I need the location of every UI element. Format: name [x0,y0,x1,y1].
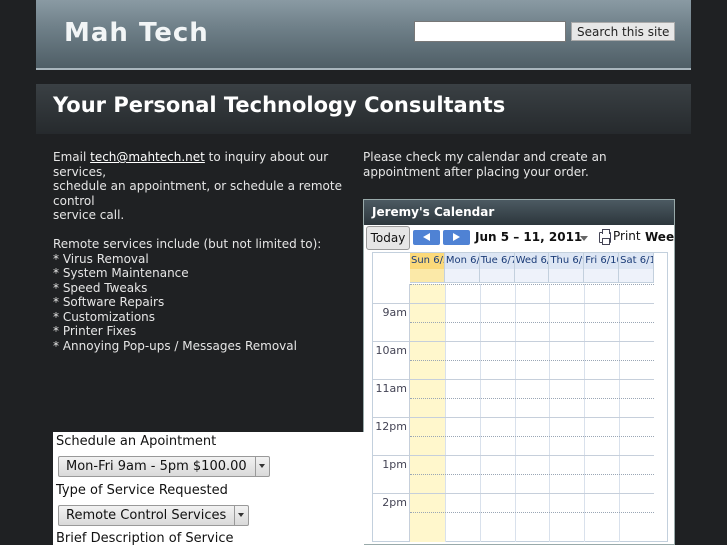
hour-row[interactable]: 11am [373,379,654,417]
hour-row[interactable]: 9am [373,303,654,341]
time-grid[interactable]: 8am 9am 10am 11am 12pm 1pm 2pm [373,284,654,542]
hour-label: 2pm [382,496,407,509]
all-day-cell[interactable] [549,269,585,282]
chevron-down-icon[interactable] [580,236,588,241]
all-day-row [410,269,655,283]
service-type-select-value: Remote Control Services [66,508,227,523]
hour-label: 1pm [382,458,407,471]
hour-row[interactable]: 12pm [373,417,654,455]
half-hour-line [410,322,654,323]
site-title[interactable]: Mah Tech [64,18,209,48]
description-label: Brief Description of Service [56,531,234,545]
intro-body: to inquiry about our services, schedule … [53,150,342,353]
printer-icon[interactable] [599,229,611,245]
intro-text: Email tech@mahtech.net to inquiry about … [53,150,353,353]
search-input[interactable] [414,21,566,42]
all-day-cell[interactable] [584,269,620,282]
today-button[interactable]: Today [366,226,410,250]
hour-label: 9am [382,306,407,319]
half-hour-line [410,284,654,285]
all-day-cell[interactable] [445,269,480,282]
hour-row[interactable]: 10am [373,341,654,379]
schedule-select-value: Mon-Fri 9am - 5pm $100.00 [66,459,247,474]
all-day-cell[interactable] [619,269,655,282]
print-link[interactable]: Print [613,229,641,243]
order-form: Schedule an Apointment Mon-Fri 9am - 5pm… [53,432,364,545]
hour-label: 12pm [375,420,407,433]
all-day-cell[interactable] [480,269,515,282]
chevron-down-icon[interactable] [234,506,248,525]
half-hour-line [410,398,654,399]
half-hour-line [410,512,654,513]
day-header[interactable]: Thu 6/9 [549,253,585,269]
calendar-week-view: Sun 6/5Mon 6/6Tue 6/7Wed 6/8Thu 6/9Fri 6… [372,252,668,542]
service-type-select[interactable]: Remote Control Services [58,505,250,526]
schedule-label: Schedule an Apointment [56,434,217,449]
hour-label: 11am [375,382,407,395]
calendar-widget: Jeremy's Calendar Today Jun 5 – 11, 2011… [363,199,675,545]
all-day-cell[interactable] [410,269,445,282]
calendar-toolbar: Today Jun 5 – 11, 2011 Print Wee [364,225,674,251]
day-header[interactable]: Sat 6/11 [619,253,655,269]
day-header[interactable]: Mon 6/6 [445,253,480,269]
half-hour-line [410,436,654,437]
chevron-down-icon[interactable] [254,457,269,476]
hour-row[interactable]: 2pm [373,493,654,531]
tab-week[interactable]: Wee [645,230,674,244]
site-header: Mah Tech Search this site [36,0,691,70]
prev-week-button[interactable] [413,230,440,245]
service-type-label: Type of Service Requested [56,483,228,498]
email-link[interactable]: tech@mahtech.net [90,150,205,164]
calendar-title: Jeremy's Calendar [364,200,674,225]
date-range[interactable]: Jun 5 – 11, 2011 [475,230,582,244]
all-day-cell[interactable] [515,269,550,282]
hour-row[interactable]: 8am [373,284,654,303]
schedule-select[interactable]: Mon-Fri 9am - 5pm $100.00 [58,456,270,477]
hour-label: 10am [375,344,407,357]
hour-row[interactable]: 1pm [373,455,654,493]
half-hour-line [410,360,654,361]
day-header[interactable]: Sun 6/5 [410,253,445,269]
day-header-row: Sun 6/5Mon 6/6Tue 6/7Wed 6/8Thu 6/9Fri 6… [410,253,655,269]
day-header[interactable]: Fri 6/10 [584,253,620,269]
intro-email-prefix: Email [53,150,91,164]
search-button[interactable]: Search this site [571,22,676,41]
half-hour-line [410,474,654,475]
day-header[interactable]: Wed 6/8 [515,253,550,269]
day-header[interactable]: Tue 6/7 [480,253,515,269]
page-tagline: Your Personal Technology Consultants [53,93,506,117]
calendar-note: Please check my calendar and create an a… [363,150,607,179]
next-week-button[interactable] [443,230,470,245]
